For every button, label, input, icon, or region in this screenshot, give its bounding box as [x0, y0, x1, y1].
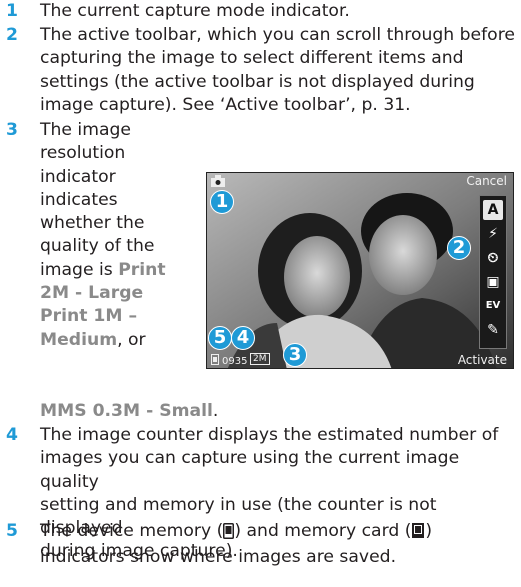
item-line: capturing the image to select different …: [40, 48, 464, 69]
list-item-1: 1 The current capture mode indicator.: [0, 0, 521, 24]
item-line: resolution: [40, 143, 126, 164]
item-line: indicates: [40, 189, 118, 210]
item-number: 1: [6, 1, 18, 21]
item-line: whether the: [40, 213, 145, 234]
callout-1: 1: [210, 190, 234, 214]
option-print-1m-a: Print 1M –: [40, 306, 138, 327]
item-number: 5: [6, 521, 18, 541]
exposure-icon[interactable]: EV: [483, 296, 503, 316]
item-line: image capture). See ‘Active toolbar’, p.…: [40, 94, 411, 115]
item-number: 4: [6, 425, 18, 445]
item-line: Medium, or: [40, 329, 146, 350]
camera-viewfinder-screenshot: Cancel Activate A ⚡ ⏲ ▣ EV ✎ 0935 2M 1 2…: [206, 172, 514, 369]
text-mode-icon[interactable]: A: [483, 200, 503, 220]
item-line: images you can capture using the current…: [40, 448, 460, 492]
device-memory-icon: [223, 523, 235, 546]
phone-memory-icon: [211, 354, 219, 365]
option-print-2m-a: Print: [118, 259, 166, 280]
item-text: The current capture mode indicator.: [40, 1, 350, 21]
active-toolbar: A ⚡ ⏲ ▣ EV ✎: [479, 195, 507, 349]
item-line: The device memory () and memory card (): [40, 520, 432, 546]
callout-3: 3: [283, 343, 307, 367]
colour-tone-icon[interactable]: ✎: [483, 320, 503, 340]
capture-mode-icon: [211, 175, 225, 187]
resolution-badge: 2M: [250, 353, 270, 365]
callout-4: 4: [231, 326, 255, 350]
option-print-1m-b: Medium: [40, 329, 118, 350]
callout-2: 2: [447, 236, 471, 260]
item-line: settings (the active toolbar is not disp…: [40, 71, 475, 92]
item-line: indicators show where images are saved.: [40, 547, 397, 568]
item-line: The image counter displays the estimated…: [40, 425, 499, 445]
image-counter: 0935: [222, 356, 248, 367]
sequence-mode-icon[interactable]: ▣: [483, 272, 503, 292]
list-item-3-end: MMS 0.3M - Small.: [40, 401, 219, 421]
item-line: indicator: [40, 166, 116, 187]
flash-auto-icon[interactable]: ⚡: [483, 224, 503, 244]
item-line: The active toolbar, which you can scroll…: [40, 25, 515, 45]
cancel-softkey[interactable]: Cancel: [466, 174, 507, 188]
callout-5: 5: [208, 326, 232, 350]
item-line: The image: [40, 120, 131, 140]
item-number: 2: [6, 25, 18, 45]
item-line: image is Print: [40, 259, 166, 280]
memory-card-icon: [411, 522, 425, 546]
option-mms: MMS 0.3M - Small: [40, 401, 213, 421]
item-number: 3: [6, 120, 18, 140]
self-timer-icon[interactable]: ⏲: [483, 248, 503, 268]
item-line: quality of the: [40, 236, 155, 257]
option-print-2m-b: 2M - Large: [40, 283, 144, 304]
activate-softkey[interactable]: Activate: [458, 353, 507, 367]
